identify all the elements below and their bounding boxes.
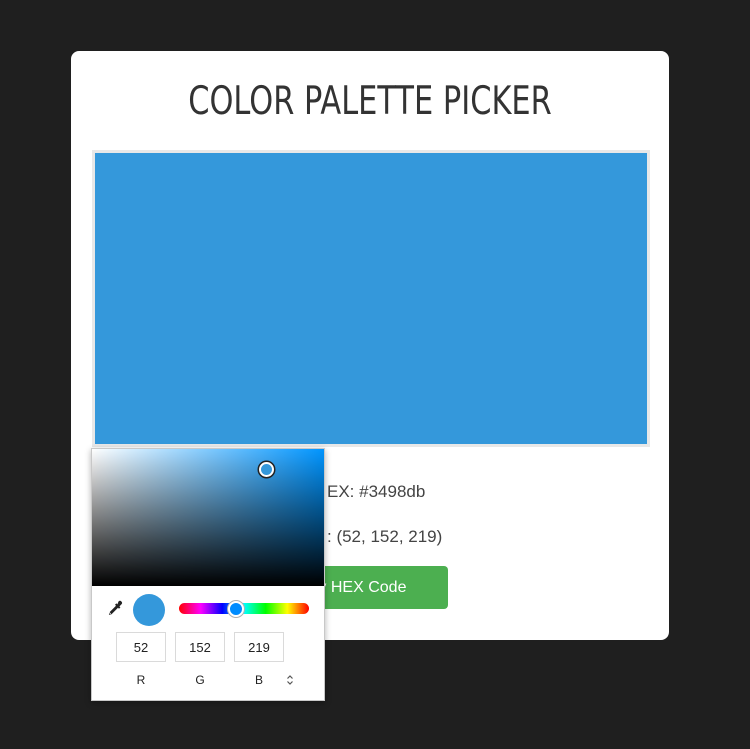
sv-handle[interactable] [259,462,274,477]
color-picker-popup: R G B [91,448,325,701]
eyedropper-icon[interactable] [104,599,124,619]
red-input[interactable] [116,632,166,662]
page-title: COLOR PALETTE PICKER [188,79,552,124]
color-preview-dot [133,594,165,626]
hue-slider[interactable] [179,603,309,614]
red-label: R [136,673,146,687]
saturation-value-area[interactable] [92,449,324,586]
updown-chevron-icon[interactable] [285,673,295,687]
green-label: G [195,673,205,687]
blue-label: B [254,673,263,687]
hex-value-text: EX: #3498db [327,482,426,501]
rgb-value-text: : (52, 152, 219) [327,527,443,546]
hue-slider-handle[interactable] [228,601,244,617]
blue-input[interactable] [234,632,284,662]
green-input[interactable] [175,632,225,662]
color-swatch[interactable] [92,150,650,447]
